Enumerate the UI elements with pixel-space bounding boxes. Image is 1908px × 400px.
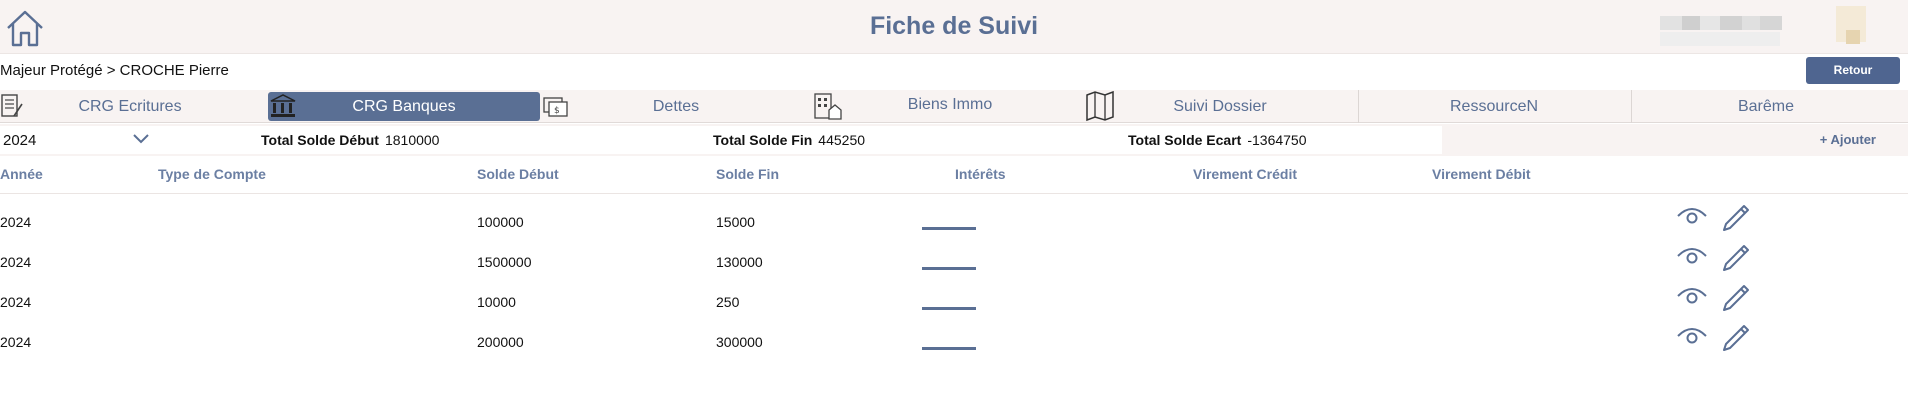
column-header-solde-fin: Solde Fin bbox=[716, 166, 779, 182]
building-icon bbox=[814, 93, 842, 120]
tab-divider bbox=[1631, 90, 1632, 123]
cell-annee: 2024 bbox=[0, 254, 32, 270]
total-solde-debut-value: 1810000 bbox=[384, 132, 440, 148]
total-solde-ecart-label: Total Solde Ecart bbox=[1128, 132, 1242, 148]
cell-solde-fin: 15000 bbox=[716, 214, 755, 230]
cell-solde-debut: 10000 bbox=[477, 294, 516, 310]
eye-icon[interactable] bbox=[1675, 322, 1709, 356]
interets-input-line[interactable] bbox=[922, 267, 976, 270]
eye-icon[interactable] bbox=[1675, 202, 1709, 236]
tab-crg-banques-label: CRG Banques bbox=[352, 98, 456, 115]
total-solde-ecart-value: -1364750 bbox=[1247, 132, 1307, 148]
debt-icon: $ bbox=[543, 97, 568, 117]
tab-crg-ecritures[interactable]: CRG Ecritures bbox=[30, 92, 230, 121]
user-avatar-blurred bbox=[1660, 6, 1900, 50]
cell-annee: 2024 bbox=[0, 294, 32, 310]
column-header-interets: Intérêts bbox=[955, 166, 1006, 182]
pencil-icon[interactable] bbox=[1718, 322, 1752, 356]
bank-icon bbox=[270, 94, 296, 117]
back-button[interactable]: Retour bbox=[1806, 57, 1900, 84]
table-row: 2024 200000 300000 bbox=[0, 320, 1908, 360]
tab-ressourcen[interactable]: RessourceN bbox=[1394, 92, 1594, 121]
total-solde-fin-value: 445250 bbox=[818, 132, 866, 148]
totals-bar: 2024 Total Solde Début 1810000 Total Sold… bbox=[0, 124, 1908, 156]
page-title: Fiche de Suivi bbox=[869, 12, 1039, 40]
table-row: 2024 10000 250 bbox=[0, 280, 1908, 320]
cell-solde-fin: 300000 bbox=[716, 334, 763, 350]
svg-text:$: $ bbox=[554, 106, 560, 116]
breadcrumb-row: Majeur Protégé > CROCHE Pierre Retour bbox=[0, 54, 1908, 90]
tab-biens-immo[interactable]: Biens Immo bbox=[850, 90, 1050, 119]
interets-input-line[interactable] bbox=[922, 347, 976, 350]
table-row: 2024 100000 15000 bbox=[0, 200, 1908, 240]
cell-annee: 2024 bbox=[0, 334, 32, 350]
chevron-down-icon bbox=[133, 134, 149, 144]
tab-bareme[interactable]: Barême bbox=[1666, 92, 1866, 121]
ledger-icon bbox=[1, 94, 23, 117]
pencil-icon[interactable] bbox=[1718, 202, 1752, 236]
table-row: 2024 1500000 130000 bbox=[0, 240, 1908, 280]
column-header-solde-debut: Solde Début bbox=[477, 166, 559, 182]
cell-solde-fin: 130000 bbox=[716, 254, 763, 270]
cell-solde-fin: 250 bbox=[716, 294, 740, 310]
interets-input-line[interactable] bbox=[922, 307, 976, 310]
column-header-virement-debit: Virement Débit bbox=[1432, 166, 1531, 182]
column-header-type-de-compte: Type de Compte bbox=[158, 166, 266, 182]
total-solde-ecart: Total Solde Ecart -1364750 bbox=[1012, 126, 1442, 154]
breadcrumb: Majeur Protégé > CROCHE Pierre bbox=[0, 62, 229, 79]
cell-annee: 2024 bbox=[0, 214, 32, 230]
column-header-annee: Année bbox=[0, 166, 43, 182]
header-bar: Fiche de Suivi bbox=[0, 0, 1908, 54]
cell-solde-debut: 100000 bbox=[477, 214, 524, 230]
interets-input-line[interactable] bbox=[922, 227, 976, 230]
total-solde-debut: Total Solde Début 1810000 bbox=[156, 126, 584, 154]
map-icon bbox=[1086, 90, 1114, 122]
cell-solde-debut: 1500000 bbox=[477, 254, 532, 270]
eye-icon[interactable] bbox=[1675, 242, 1709, 276]
total-solde-fin-label: Total Solde Fin bbox=[713, 132, 813, 148]
tab-dettes[interactable]: Dettes bbox=[576, 92, 776, 121]
tab-divider bbox=[1358, 90, 1359, 123]
total-solde-debut-label: Total Solde Début bbox=[261, 132, 379, 148]
eye-icon[interactable] bbox=[1675, 282, 1709, 316]
cell-solde-debut: 200000 bbox=[477, 334, 524, 350]
column-header-virement-credit: Virement Crédit bbox=[1193, 166, 1297, 182]
pencil-icon[interactable] bbox=[1718, 282, 1752, 316]
tab-suivi-dossier[interactable]: Suivi Dossier bbox=[1120, 92, 1320, 121]
tab-bar: CRG Ecritures CRG Banques $ Dettes Biens… bbox=[0, 90, 1908, 123]
add-button[interactable]: + Ajouter bbox=[1820, 126, 1876, 154]
tab-crg-banques[interactable]: CRG Banques bbox=[268, 92, 540, 121]
total-solde-fin: Total Solde Fin 445250 bbox=[584, 126, 1012, 154]
year-select-value: 2024 bbox=[3, 132, 37, 149]
pencil-icon[interactable] bbox=[1718, 242, 1752, 276]
table-header: Année Type de Compte Solde Début Solde F… bbox=[0, 158, 1908, 194]
year-select[interactable]: 2024 bbox=[0, 126, 156, 154]
